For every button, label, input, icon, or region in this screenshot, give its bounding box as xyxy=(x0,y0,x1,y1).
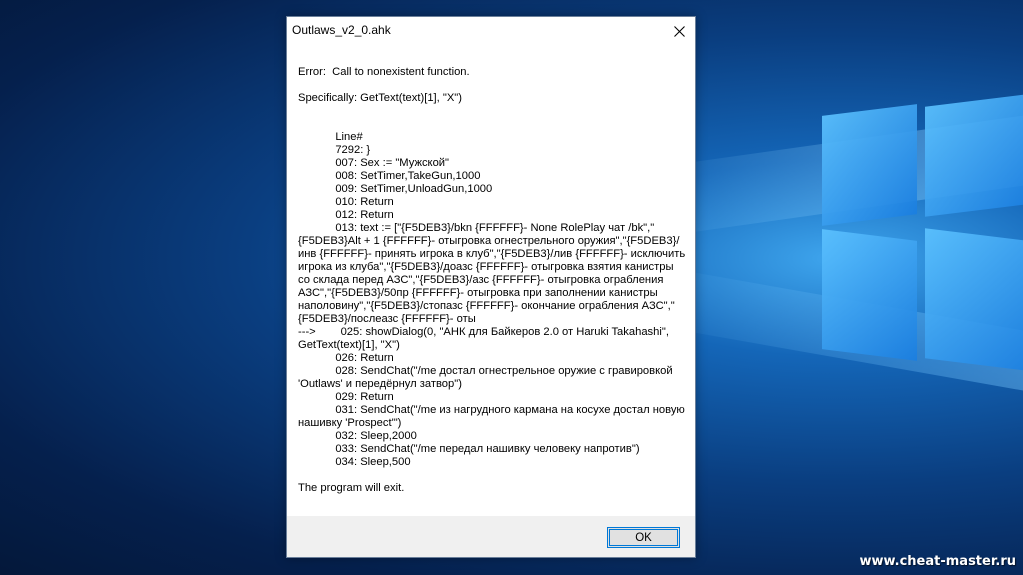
specific-message: Specifically: GetText(text)[1], "X") xyxy=(298,92,462,104)
close-button[interactable] xyxy=(663,17,695,45)
watermark-text: www.cheat-master.ru xyxy=(859,554,1016,569)
error-dialog: Outlaws_v2_0.ahk Error: Call to nonexist… xyxy=(286,16,696,558)
dialog-title: Outlaws_v2_0.ahk xyxy=(292,23,391,37)
message-body: Error: Call to nonexistent function. Spe… xyxy=(298,66,688,495)
exit-message: The program will exit. xyxy=(298,482,405,494)
windows-logo-pane xyxy=(822,229,917,361)
windows-logo-pane xyxy=(822,104,917,226)
button-bar: OK xyxy=(287,516,695,557)
error-message: Error: Call to nonexistent function. xyxy=(298,66,470,78)
windows-logo-pane xyxy=(925,93,1023,217)
title-bar[interactable]: Outlaws_v2_0.ahk xyxy=(287,17,695,45)
close-icon xyxy=(673,25,685,37)
ok-button[interactable]: OK xyxy=(607,527,680,548)
code-listing: Line# 7292: } 007: Sex := "Мужской" 008:… xyxy=(298,131,686,468)
windows-logo-pane xyxy=(925,228,1023,372)
